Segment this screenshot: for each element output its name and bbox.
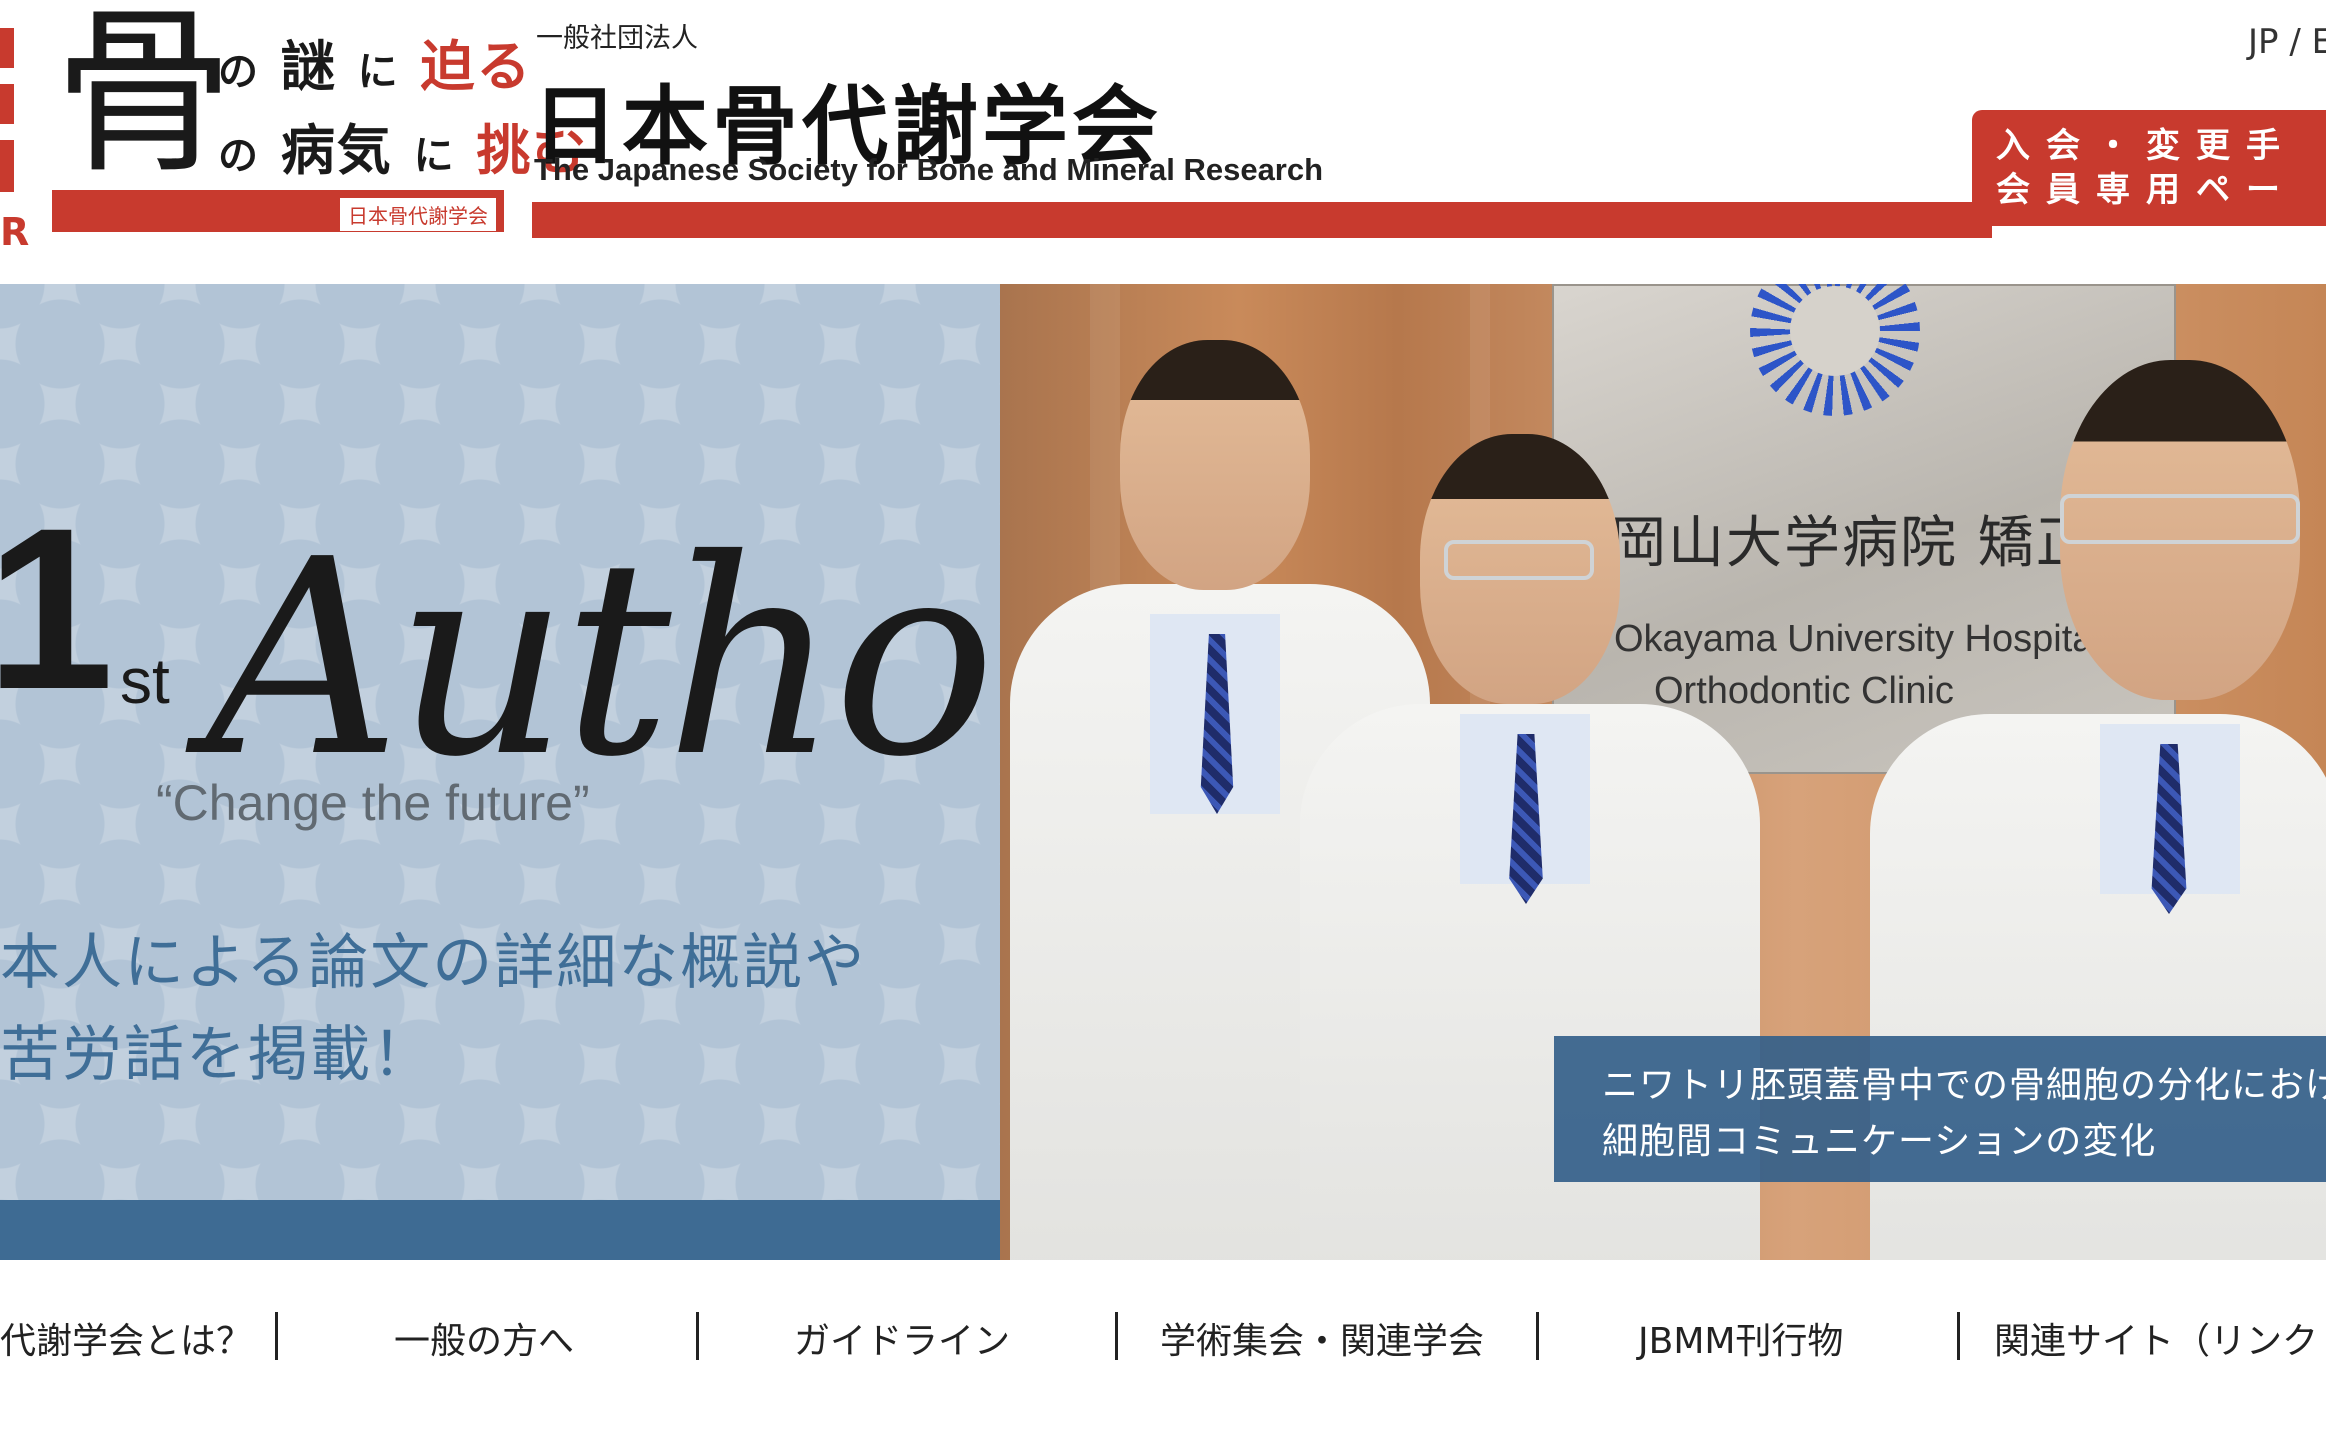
member-menu-button[interactable]: 入会・変更手 会員専用ペー <box>1972 110 2326 226</box>
tagline-particle: の <box>218 49 260 95</box>
bone-kanji: 骨 <box>54 0 235 198</box>
glasses-icon <box>1444 540 1594 580</box>
tagline-riddle: 謎 <box>280 35 337 98</box>
university-emblem-icon <box>1750 284 1920 416</box>
tagline-society-label: 日本骨代謝学会 <box>340 198 496 231</box>
member-registration-link[interactable]: 入会・変更手 <box>1996 118 2296 167</box>
nav-item-jbmm[interactable]: JBMM刊行物 <box>1638 1312 1843 1364</box>
feature-bottom-band <box>0 1200 1000 1260</box>
logo-block-bottom <box>0 140 14 192</box>
sign-english-line-1: Okayama University Hospital <box>1614 618 2102 660</box>
feature-catch-line-2: 苦労話を掲載！ <box>0 1020 434 1090</box>
caption-line-1: ニワトリ胚頭蓋骨中での骨細胞の分化における <box>1602 1065 2326 1106</box>
tagline-disease: 病気 <box>280 119 393 182</box>
members-only-link[interactable]: 会員専用ペー <box>1996 162 2296 211</box>
feature-catch-line-1: 本人による論文の詳細な概説や <box>0 928 867 998</box>
nav-item-about[interactable]: 代謝学会とは？ <box>0 1312 252 1364</box>
org-title[interactable]: 一般社団法人 日本骨代謝学会 The Japanese Society for … <box>532 12 1992 238</box>
ordinal-suffix: st <box>120 645 170 717</box>
nav-separator <box>275 1312 278 1360</box>
head <box>1120 340 1310 590</box>
ordinal-number: 1 <box>0 480 114 737</box>
logo-block-mid <box>0 84 14 124</box>
first-author-feature[interactable]: 1 st Author “Change the future” 本人による論文の… <box>0 284 1119 1260</box>
author-title: Author <box>206 501 1119 816</box>
nav-separator <box>696 1312 699 1360</box>
logo-block-top <box>0 28 14 68</box>
language-switch[interactable]: JP / E <box>2248 22 2326 62</box>
org-prefix: 一般社団法人 <box>536 23 698 54</box>
feature-motto: “Change the future” <box>156 775 590 831</box>
tagline-particle: の <box>218 133 260 179</box>
nav-item-links[interactable]: 関連サイト（リンク <box>1994 1312 2318 1364</box>
tagline-logo[interactable]: 骨 の 謎 に 迫る の 病気 に 挑む 日本骨代謝学会 <box>48 4 586 232</box>
glasses-icon <box>2060 494 2300 544</box>
nav-separator <box>1957 1312 1960 1360</box>
nav-separator <box>1536 1312 1539 1360</box>
tagline-approach: 迫る <box>420 35 533 98</box>
tagline-particle: に <box>413 133 456 179</box>
global-nav: 代謝学会とは？ 一般の方へ ガイドライン 学術集会・関連学会 JBMM刊行物 関… <box>0 1260 2326 1410</box>
tagline-bar: 日本骨代謝学会 <box>52 190 504 232</box>
jbmr-logo-mark[interactable]: R <box>0 28 29 254</box>
org-name-english: The Japanese Society for Bone and Minera… <box>534 152 1324 187</box>
logo-letter: R <box>0 210 30 254</box>
caption-line-2: 細胞間コミュニケーションの変化 <box>1602 1121 2157 1162</box>
nav-item-public[interactable]: 一般の方へ <box>394 1312 574 1364</box>
article-caption[interactable]: ニワトリ胚頭蓋骨中での骨細胞の分化における 細胞間コミュニケーションの変化 <box>1554 1036 2326 1182</box>
nav-item-guidelines[interactable]: ガイドライン <box>794 1312 1010 1364</box>
emblem-center <box>1790 286 1880 376</box>
sign-english-line-2: Orthodontic Clinic <box>1654 670 1954 712</box>
nav-item-meetings[interactable]: 学術集会・関連学会 <box>1160 1312 1484 1364</box>
tagline-row-1: の 謎 に 迫る <box>218 22 532 101</box>
header-red-bar <box>532 202 1992 238</box>
nav-separator <box>1115 1312 1118 1360</box>
site-header: R 骨 の 謎 に 迫る の 病気 に 挑む 日本骨代謝学会 一般社団法人 日本… <box>0 0 2326 254</box>
tagline-particle: に <box>357 49 400 95</box>
